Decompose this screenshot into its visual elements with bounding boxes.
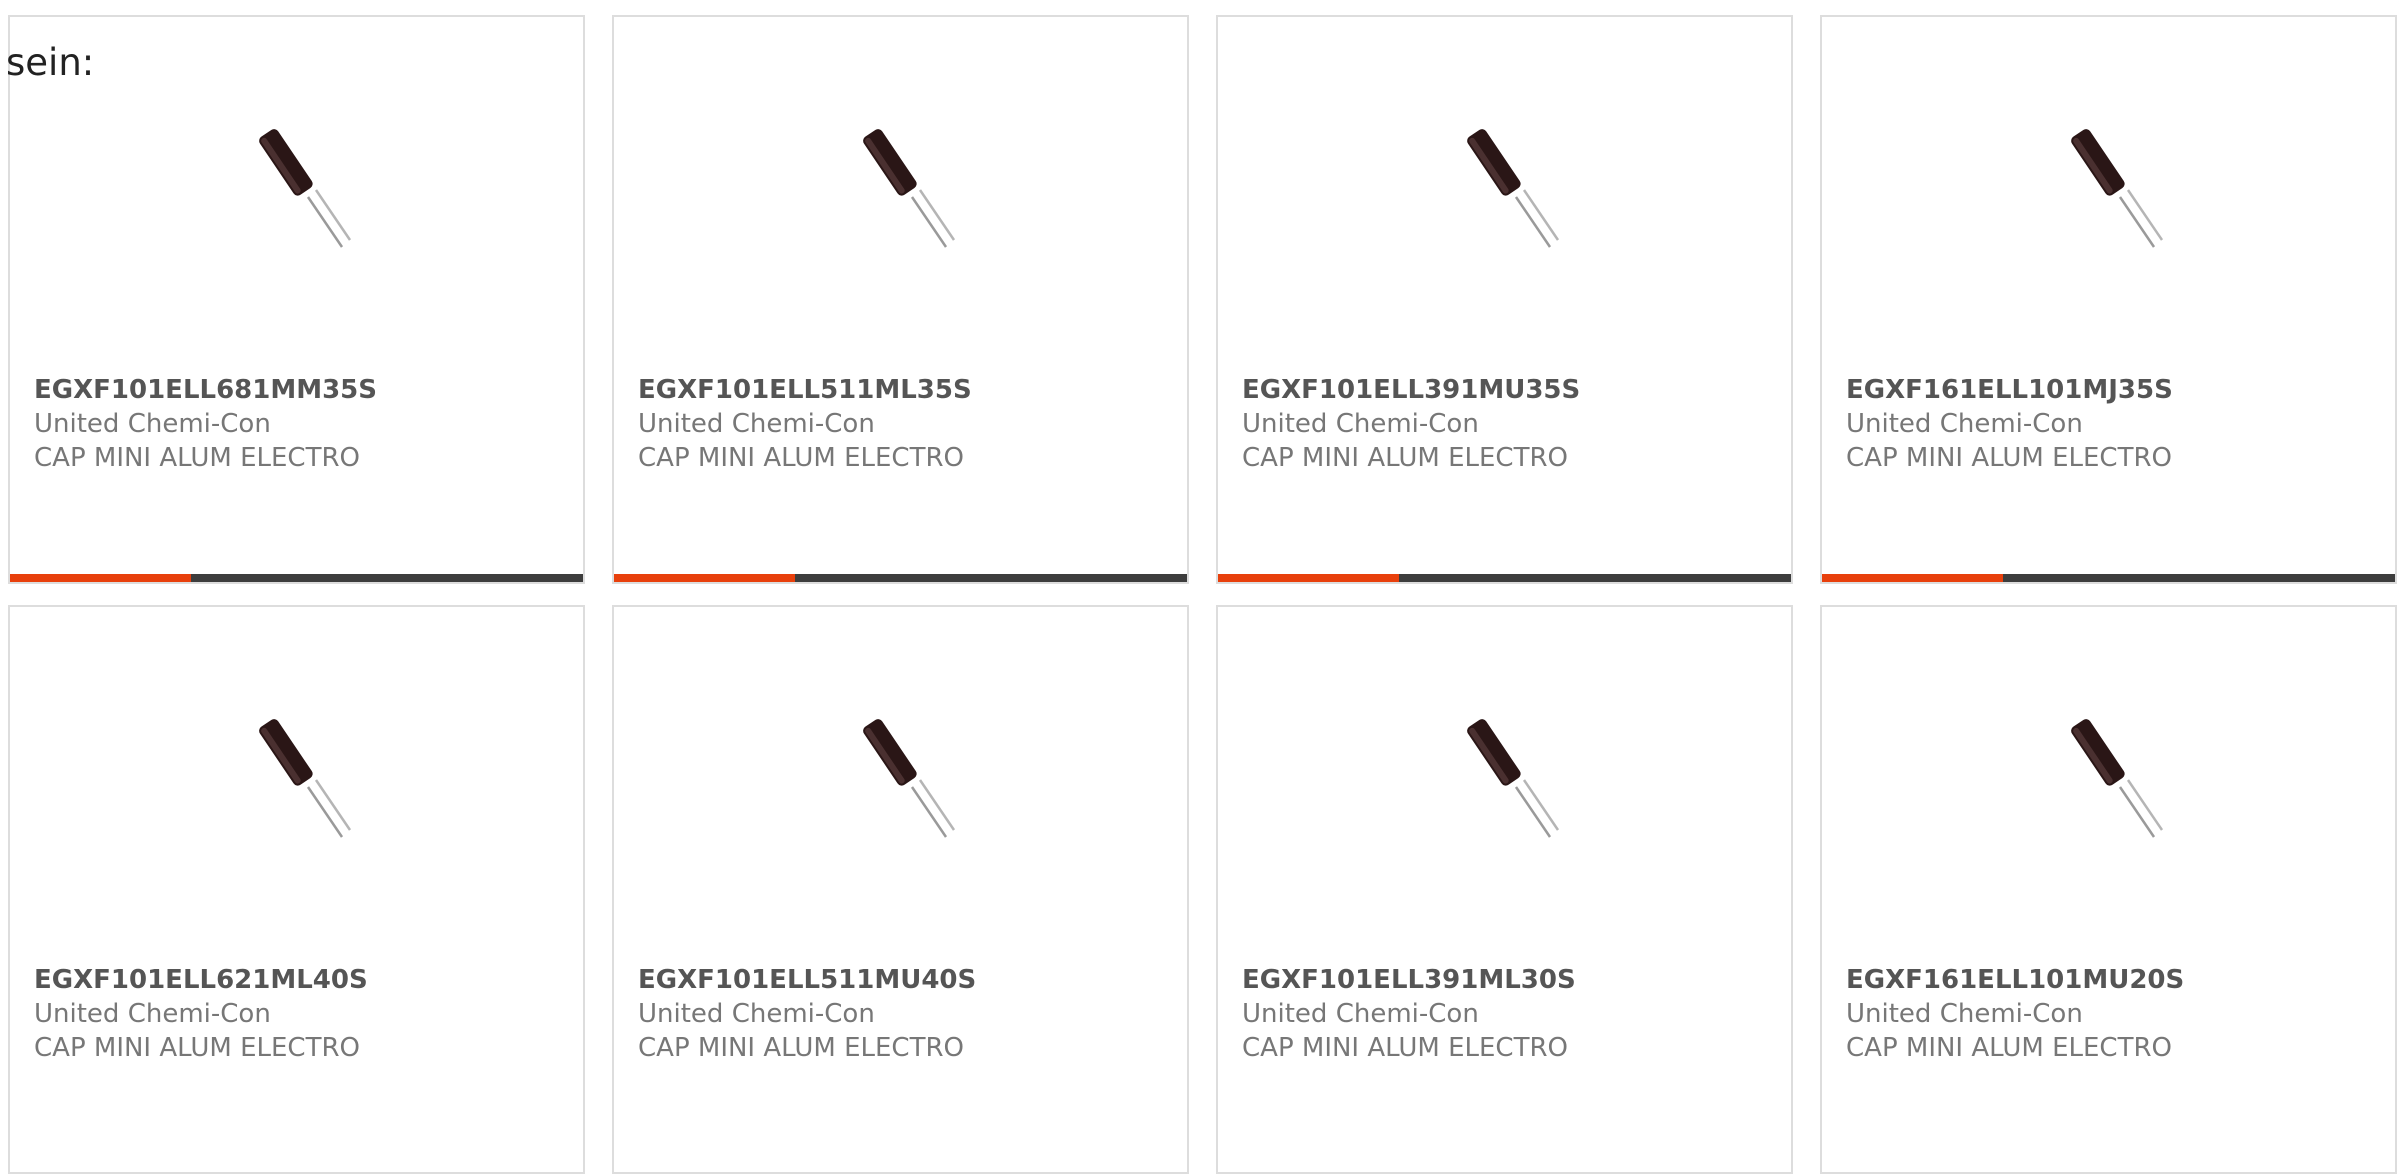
product-brand: United Chemi-Con [1242,409,1479,439]
product-brand: United Chemi-Con [34,999,271,1029]
product-image[interactable] [1218,127,1791,267]
product-brand: United Chemi-Con [34,409,271,439]
product-description: CAP MINI ALUM ELECTRO [1846,1033,2172,1063]
product-description: CAP MINI ALUM ELECTRO [1242,443,1568,473]
product-brand: United Chemi-Con [638,999,875,1029]
product-image[interactable] [1822,717,2395,857]
product-part-number[interactable]: EGXF101ELL511ML35S [638,375,972,405]
capacitor-icon [1467,719,1560,838]
product-card[interactable]: EGXF101ELL621ML40S United Chemi-Con CAP … [8,605,585,1174]
product-brand: United Chemi-Con [1846,999,2083,1029]
capacitor-icon [2071,129,2164,248]
product-card[interactable]: EGXF161ELL101MJ35S United Chemi-Con CAP … [1820,15,2397,584]
product-part-number[interactable]: EGXF101ELL681MM35S [34,375,377,405]
product-card[interactable]: EGXF101ELL391MU35S United Chemi-Con CAP … [1216,15,1793,584]
capacitor-icon [2071,719,2164,838]
card-bar [10,574,583,582]
product-description: CAP MINI ALUM ELECTRO [1242,1033,1568,1063]
product-part-number[interactable]: EGXF101ELL511MU40S [638,965,976,995]
product-part-number[interactable]: EGXF161ELL101MJ35S [1846,375,2173,405]
capacitor-icon [259,129,352,248]
capacitor-icon [1467,129,1560,248]
product-image[interactable] [614,717,1187,857]
product-image[interactable] [614,127,1187,267]
product-description: CAP MINI ALUM ELECTRO [638,1033,964,1063]
product-card[interactable]: EGXF101ELL391ML30S United Chemi-Con CAP … [1216,605,1793,1174]
product-card[interactable]: EGXF101ELL681MM35S United Chemi-Con CAP … [8,15,585,584]
product-image[interactable] [10,717,583,857]
product-part-number[interactable]: EGXF101ELL391ML30S [1242,965,1576,995]
product-description: CAP MINI ALUM ELECTRO [1846,443,2172,473]
product-part-number[interactable]: EGXF161ELL101MU20S [1846,965,2184,995]
intro-text: sein: [6,41,95,84]
card-bar-accent [614,574,795,582]
card-bar-accent [1218,574,1399,582]
product-part-number[interactable]: EGXF101ELL391MU35S [1242,375,1580,405]
product-description: CAP MINI ALUM ELECTRO [34,443,360,473]
product-card[interactable]: EGXF161ELL101MU20S United Chemi-Con CAP … [1820,605,2397,1174]
card-bar-accent [1822,574,2003,582]
product-brand: United Chemi-Con [638,409,875,439]
product-description: CAP MINI ALUM ELECTRO [638,443,964,473]
card-bar [614,574,1187,582]
capacitor-icon [259,719,352,838]
product-image[interactable] [1218,717,1791,857]
card-bar-accent [10,574,191,582]
product-card[interactable]: EGXF101ELL511MU40S United Chemi-Con CAP … [612,605,1189,1174]
product-image[interactable] [1822,127,2395,267]
capacitor-icon [863,129,956,248]
product-brand: United Chemi-Con [1846,409,2083,439]
card-bar [1822,574,2395,582]
product-image[interactable] [10,127,583,267]
product-description: CAP MINI ALUM ELECTRO [34,1033,360,1063]
card-bar [1218,574,1791,582]
product-brand: United Chemi-Con [1242,999,1479,1029]
capacitor-icon [863,719,956,838]
product-part-number[interactable]: EGXF101ELL621ML40S [34,965,368,995]
product-card[interactable]: EGXF101ELL511ML35S United Chemi-Con CAP … [612,15,1189,584]
